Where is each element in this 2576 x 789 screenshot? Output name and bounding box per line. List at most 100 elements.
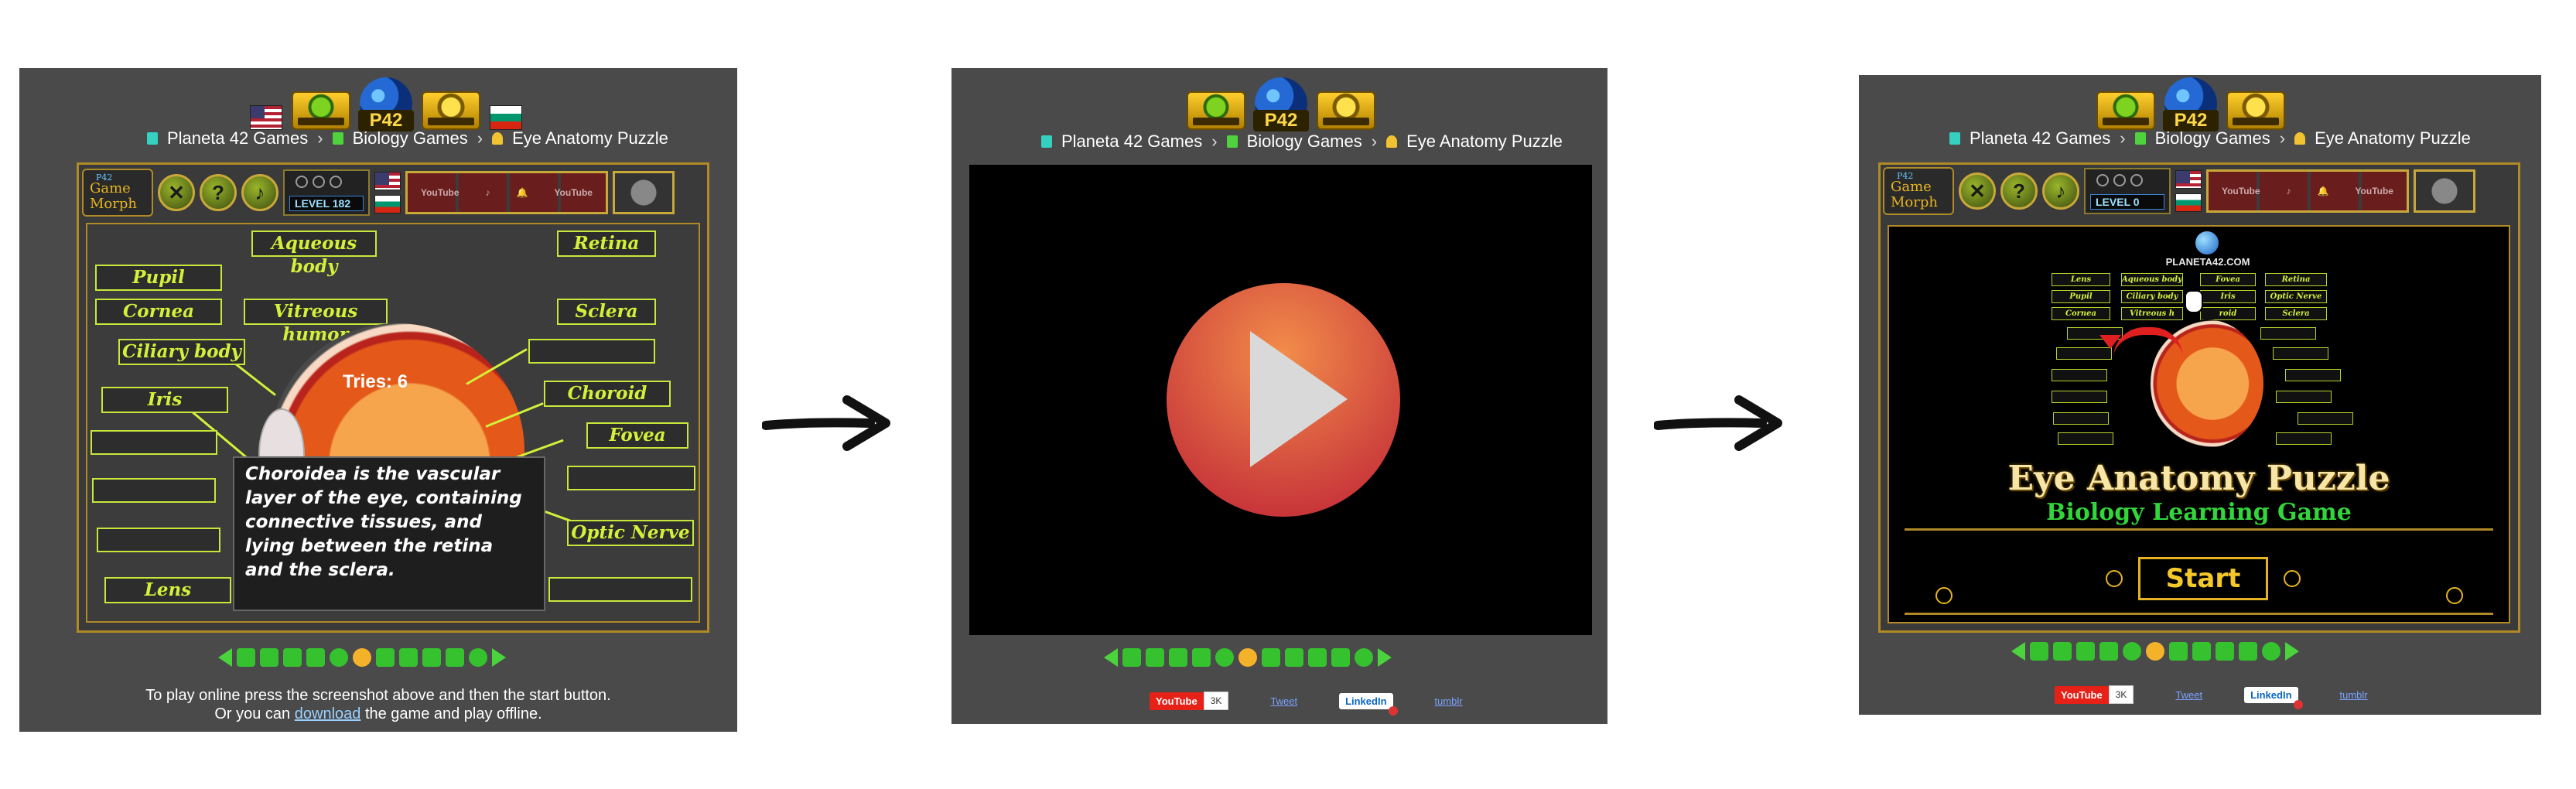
youtube-button[interactable]: YouTube (1150, 692, 1204, 710)
label-optic[interactable]: Optic Nerve (567, 520, 694, 546)
trophy-badge-icon[interactable] (1187, 91, 1245, 130)
game-icon[interactable] (376, 648, 395, 667)
empty-drop-slot[interactable] (92, 478, 216, 503)
game-icon[interactable] (469, 648, 487, 667)
game-icon[interactable] (399, 648, 418, 667)
label-fovea[interactable]: Fovea (586, 422, 688, 449)
game-icon[interactable] (2099, 642, 2118, 661)
game-icon[interactable] (2146, 642, 2164, 661)
planeta42-globe-icon[interactable]: P42 (1253, 77, 1309, 132)
game-icon[interactable] (1285, 648, 1303, 667)
tumblr-link[interactable]: tumblr (1435, 695, 1463, 707)
game-icon[interactable] (353, 648, 371, 667)
bulgaria-flag-icon[interactable] (490, 105, 522, 130)
prev-arrow-icon[interactable] (218, 648, 232, 667)
start-button[interactable]: Start (2138, 557, 2268, 600)
breadcrumb-home[interactable]: Planeta 42 Games (167, 128, 308, 149)
label-sclera[interactable]: Sclera (557, 299, 656, 325)
label-ciliary[interactable]: Ciliary body (118, 339, 245, 365)
breadcrumb-biology[interactable]: Biology Games (353, 128, 468, 149)
download-link[interactable]: download (295, 705, 361, 722)
game-icon[interactable] (306, 648, 325, 667)
game-icon[interactable] (2076, 642, 2095, 661)
tweet-link[interactable]: Tweet (2175, 689, 2202, 701)
planeta42-globe-icon[interactable]: P42 (2163, 77, 2219, 132)
empty-drop-slot[interactable] (567, 466, 695, 490)
game-icon[interactable] (237, 648, 255, 667)
game-icon[interactable] (1215, 648, 1234, 667)
game-icon[interactable] (2262, 642, 2280, 661)
next-arrow-icon[interactable] (2285, 642, 2299, 661)
label-aqueous[interactable]: Aqueous body (251, 231, 377, 277)
game-icon[interactable] (1238, 648, 1257, 667)
label-vitreous[interactable]: Vitreous humor (244, 299, 388, 345)
start-screen[interactable]: PLANETA42.COM Lens Aqueous body Fovea Re… (1888, 225, 2510, 623)
music-button[interactable]: ♪ (2042, 172, 2079, 210)
empty-drop-slot[interactable] (528, 339, 655, 364)
label-lens[interactable]: Lens (104, 577, 231, 603)
trophy-badge-icon[interactable] (292, 91, 350, 130)
game-icon[interactable] (2216, 642, 2234, 661)
gear-badge-icon[interactable] (2226, 91, 2285, 130)
linkedin-button[interactable]: LinkedIn (2244, 686, 2304, 709)
youtube-subscribe[interactable]: YouTube 3K (2055, 685, 2134, 704)
next-arrow-icon[interactable] (492, 648, 506, 667)
next-arrow-icon[interactable] (1378, 648, 1392, 667)
linkedin-button[interactable]: LinkedIn (1339, 692, 1399, 716)
game-icon[interactable] (1122, 648, 1141, 667)
gamemorph-logo[interactable]: P42 Game Morph (82, 169, 153, 217)
game-icon[interactable] (2239, 642, 2257, 661)
label-cornea[interactable]: Cornea (95, 299, 222, 325)
us-flag-icon[interactable] (374, 172, 401, 190)
empty-drop-slot[interactable] (548, 577, 692, 602)
prev-arrow-icon[interactable] (1104, 648, 1118, 667)
youtube-button[interactable]: YouTube (2055, 685, 2109, 704)
breadcrumb-biology[interactable]: Biology Games (1247, 132, 1362, 152)
game-icon[interactable] (2169, 642, 2188, 661)
play-button[interactable] (1167, 283, 1400, 517)
close-button[interactable]: ✕ (158, 174, 195, 211)
prev-arrow-icon[interactable] (2011, 642, 2025, 661)
label-retina[interactable]: Retina (557, 231, 656, 257)
label-iris[interactable]: Iris (101, 387, 228, 413)
us-flag-icon[interactable] (250, 105, 282, 130)
breadcrumb-biology[interactable]: Biology Games (2155, 128, 2270, 149)
quiz-badge-icon[interactable] (613, 171, 675, 214)
game-area[interactable]: Aqueous body Retina Pupil Cornea Vitreou… (86, 223, 700, 623)
empty-drop-slot[interactable] (91, 430, 217, 455)
tumblr-link[interactable]: tumblr (2340, 689, 2368, 701)
game-icon[interactable] (2192, 642, 2211, 661)
planeta42-globe-icon[interactable]: P42 (358, 77, 414, 132)
breadcrumb-home[interactable]: Planeta 42 Games (1970, 128, 2110, 149)
help-button[interactable]: ? (2000, 172, 2038, 210)
help-button[interactable]: ? (200, 174, 237, 211)
game-icon[interactable] (1262, 648, 1280, 667)
game-icon[interactable] (283, 648, 302, 667)
quiz-badge-icon[interactable] (2414, 169, 2475, 213)
game-icon[interactable] (1146, 648, 1164, 667)
trophy-badge-icon[interactable] (2096, 91, 2155, 130)
breadcrumb-home[interactable]: Planeta 42 Games (1061, 132, 1202, 152)
game-icon[interactable] (2030, 642, 2048, 661)
game-icon[interactable] (2053, 642, 2072, 661)
game-icon[interactable] (1355, 648, 1373, 667)
bulgaria-flag-icon[interactable] (2175, 193, 2202, 212)
gamemorph-logo[interactable]: P42 Game Morph (1883, 167, 1954, 215)
game-icon[interactable] (2123, 642, 2141, 661)
game-icon[interactable] (260, 648, 278, 667)
game-icon[interactable] (1308, 648, 1327, 667)
label-pupil[interactable]: Pupil (95, 265, 222, 291)
tweet-link[interactable]: Tweet (1270, 695, 1297, 707)
media-strip[interactable]: YouTube ♪ 🔔 YouTube (2206, 169, 2409, 213)
game-icon[interactable] (422, 648, 441, 667)
game-icon[interactable] (446, 648, 464, 667)
media-strip[interactable]: YouTube ♪ 🔔 YouTube (405, 171, 608, 214)
gear-badge-icon[interactable] (1317, 91, 1375, 130)
gear-badge-icon[interactable] (422, 91, 480, 130)
bulgaria-flag-icon[interactable] (374, 195, 401, 213)
youtube-subscribe[interactable]: YouTube 3K (1150, 692, 1229, 710)
music-button[interactable]: ♪ (241, 174, 278, 211)
us-flag-icon[interactable] (2175, 170, 2202, 189)
close-button[interactable]: ✕ (1959, 172, 1996, 210)
game-icon[interactable] (330, 648, 348, 667)
